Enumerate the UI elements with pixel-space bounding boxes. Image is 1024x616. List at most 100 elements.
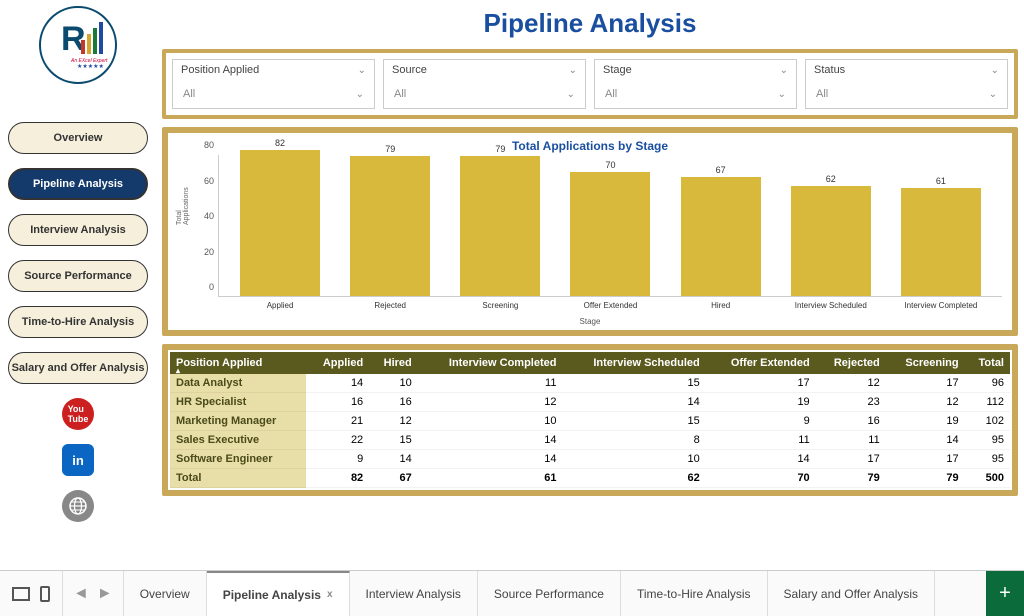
cell: 16 [816, 412, 886, 431]
cell: 10 [418, 412, 563, 431]
cell: 112 [965, 393, 1010, 412]
filter-value: All [394, 88, 406, 100]
filters-panel: Position Applied⌄All⌄Source⌄All⌄Stage⌄Al… [162, 49, 1018, 119]
sidebar-item-pipeline-analysis[interactable]: Pipeline Analysis [8, 168, 148, 200]
chevron-down-icon: ⌄ [989, 89, 997, 100]
column-header[interactable]: Position Applied [170, 352, 306, 374]
chevron-down-icon: ⌄ [358, 65, 366, 76]
cell: 17 [816, 450, 886, 469]
bar-rect [350, 156, 430, 296]
bar-rect [570, 172, 650, 296]
bar-interview-scheduled: 62Interview Scheduled [781, 174, 881, 296]
cell: 95 [965, 450, 1010, 469]
sidebar-item-time-to-hire-analysis[interactable]: Time-to-Hire Analysis [8, 306, 148, 338]
column-header[interactable]: Interview Scheduled [562, 352, 705, 374]
page-tab-label: Interview Analysis [366, 587, 461, 601]
chart-y-label: Total Applications [176, 183, 190, 225]
tab-nav-next-icon[interactable]: ► [97, 585, 113, 603]
sidebar-item-salary-and-offer-analysis[interactable]: Salary and Offer Analysis [8, 352, 148, 384]
bar-value-label: 62 [826, 174, 836, 184]
bar-rect [901, 188, 981, 296]
page-tab-overview[interactable]: Overview [124, 571, 207, 616]
bar-rect [460, 156, 540, 296]
social-links: YouTube in [0, 398, 156, 522]
column-header[interactable]: Hired [369, 352, 418, 374]
cell: 15 [369, 431, 418, 450]
cell: 12 [369, 412, 418, 431]
row-label: HR Specialist [170, 393, 306, 412]
cell: 19 [886, 412, 965, 431]
cell: 11 [816, 431, 886, 450]
bar-value-label: 61 [936, 176, 946, 186]
filter-label: Status [814, 64, 845, 76]
linkedin-icon[interactable]: in [62, 444, 94, 476]
filter-position-applied[interactable]: Position Applied⌄All⌄ [172, 59, 375, 109]
column-header[interactable]: Rejected [816, 352, 886, 374]
page-tab-interview-analysis[interactable]: Interview Analysis [350, 571, 478, 616]
cell: 15 [562, 374, 705, 393]
table-row: Sales Executive221514811111495 [170, 431, 1010, 450]
sidebar-item-overview[interactable]: Overview [8, 122, 148, 154]
bar-rejected: 79Rejected [340, 144, 440, 296]
filter-source[interactable]: Source⌄All⌄ [383, 59, 586, 109]
chart-x-label: Stage [178, 317, 1002, 326]
tab-nav-prev-icon[interactable]: ◄ [73, 585, 89, 603]
filter-status[interactable]: Status⌄All⌄ [805, 59, 1008, 109]
chevron-down-icon: ⌄ [778, 89, 786, 100]
filter-stage[interactable]: Stage⌄All⌄ [594, 59, 797, 109]
cell: 500 [965, 469, 1010, 488]
table-row: HR Specialist16161214192312112 [170, 393, 1010, 412]
column-header[interactable]: Screening [886, 352, 965, 374]
bar-category-label: Screening [450, 301, 550, 310]
cell: 23 [816, 393, 886, 412]
cell: 21 [306, 412, 369, 431]
column-header[interactable]: Applied [306, 352, 369, 374]
sidebar-item-source-performance[interactable]: Source Performance [8, 260, 148, 292]
cell: 62 [562, 469, 705, 488]
filter-value: All [183, 88, 195, 100]
cell: 11 [418, 374, 563, 393]
y-tick: 80 [204, 140, 214, 150]
chart-panel: Total Applications by Stage Total Applic… [162, 127, 1018, 336]
cell: 14 [706, 450, 816, 469]
column-header[interactable]: Offer Extended [706, 352, 816, 374]
page-tab-pipeline-analysis[interactable]: Pipeline Analysisx [207, 571, 350, 616]
cell: 14 [369, 450, 418, 469]
globe-icon[interactable] [62, 490, 94, 522]
close-icon[interactable]: x [327, 589, 333, 600]
cell: 12 [418, 393, 563, 412]
cell: 9 [706, 412, 816, 431]
bar-offer-extended: 70Offer Extended [560, 160, 660, 296]
cell: 14 [306, 374, 369, 393]
bar-rect [240, 150, 320, 296]
svg-text:★★★★★: ★★★★★ [77, 63, 104, 70]
add-page-button[interactable]: + [986, 571, 1024, 616]
youtube-icon[interactable]: YouTube [62, 398, 94, 430]
column-header[interactable]: Interview Completed [418, 352, 563, 374]
page-tab-source-performance[interactable]: Source Performance [478, 571, 621, 616]
bar-category-label: Interview Scheduled [781, 301, 881, 310]
row-label: Marketing Manager [170, 412, 306, 431]
sidebar-item-interview-analysis[interactable]: Interview Analysis [8, 214, 148, 246]
mobile-view-icon[interactable] [40, 586, 50, 602]
main-content: Pipeline Analysis Position Applied⌄All⌄S… [156, 0, 1024, 570]
cell: 70 [706, 469, 816, 488]
table-panel: Position AppliedAppliedHiredInterview Co… [162, 344, 1018, 496]
page-tab-salary-and-offer-analysis[interactable]: Salary and Offer Analysis [768, 571, 936, 616]
filter-label: Source [392, 64, 427, 76]
chart-y-axis: Total Applications 020406080 [178, 155, 218, 315]
filter-label: Stage [603, 64, 632, 76]
y-tick: 0 [209, 282, 214, 292]
cell: 102 [965, 412, 1010, 431]
bar-rect [681, 177, 761, 296]
row-label: Total [170, 469, 306, 488]
bar-interview-completed: 61Interview Completed [891, 176, 991, 296]
column-header[interactable]: Total [965, 352, 1010, 374]
bar-category-label: Rejected [340, 301, 440, 310]
page-tab-label: Salary and Offer Analysis [784, 587, 919, 601]
page-tab-time-to-hire-analysis[interactable]: Time-to-Hire Analysis [621, 571, 768, 616]
bar-category-label: Applied [230, 301, 330, 310]
cell: 14 [418, 431, 563, 450]
desktop-view-icon[interactable] [12, 587, 30, 601]
cell: 19 [706, 393, 816, 412]
